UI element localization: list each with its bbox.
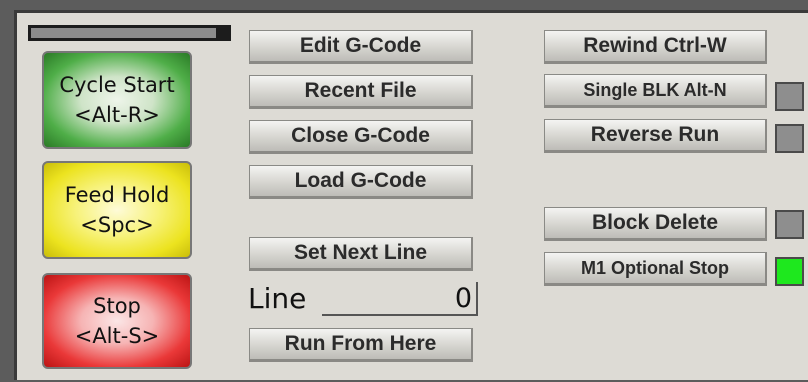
block-delete-button[interactable]: Block Delete bbox=[544, 207, 767, 241]
progress-bar-fill bbox=[31, 28, 217, 38]
progress-bar bbox=[28, 25, 231, 41]
reverse-run-button[interactable]: Reverse Run bbox=[544, 119, 767, 153]
feed-hold-button[interactable]: Feed Hold <Spc> bbox=[42, 161, 192, 259]
single-block-button[interactable]: Single BLK Alt-N bbox=[544, 74, 767, 108]
cycle-start-shortcut: <Alt-R> bbox=[74, 103, 160, 127]
optional-stop-button[interactable]: M1 Optional Stop bbox=[544, 252, 767, 286]
stop-label: Stop bbox=[93, 294, 141, 318]
feed-hold-shortcut: <Spc> bbox=[80, 213, 154, 237]
edit-gcode-button[interactable]: Edit G-Code bbox=[249, 30, 473, 64]
stop-button[interactable]: Stop <Alt-S> bbox=[42, 273, 192, 369]
set-next-line-button[interactable]: Set Next Line bbox=[249, 237, 473, 271]
rewind-button[interactable]: Rewind Ctrl-W bbox=[544, 30, 767, 64]
load-gcode-button[interactable]: Load G-Code bbox=[249, 165, 473, 199]
optional-stop-indicator bbox=[775, 257, 804, 286]
line-number-input[interactable] bbox=[322, 282, 478, 316]
stop-shortcut: <Alt-S> bbox=[74, 324, 160, 348]
block-delete-indicator bbox=[775, 210, 804, 239]
run-from-here-button[interactable]: Run From Here bbox=[249, 328, 473, 362]
cycle-start-label: Cycle Start bbox=[59, 73, 175, 97]
reverse-run-indicator bbox=[775, 124, 804, 153]
feed-hold-label: Feed Hold bbox=[64, 183, 170, 207]
cycle-start-button[interactable]: Cycle Start <Alt-R> bbox=[42, 51, 192, 149]
recent-file-button[interactable]: Recent File bbox=[249, 75, 473, 109]
close-gcode-button[interactable]: Close G-Code bbox=[249, 120, 473, 154]
line-label: Line bbox=[248, 282, 307, 315]
single-block-indicator bbox=[775, 82, 804, 111]
